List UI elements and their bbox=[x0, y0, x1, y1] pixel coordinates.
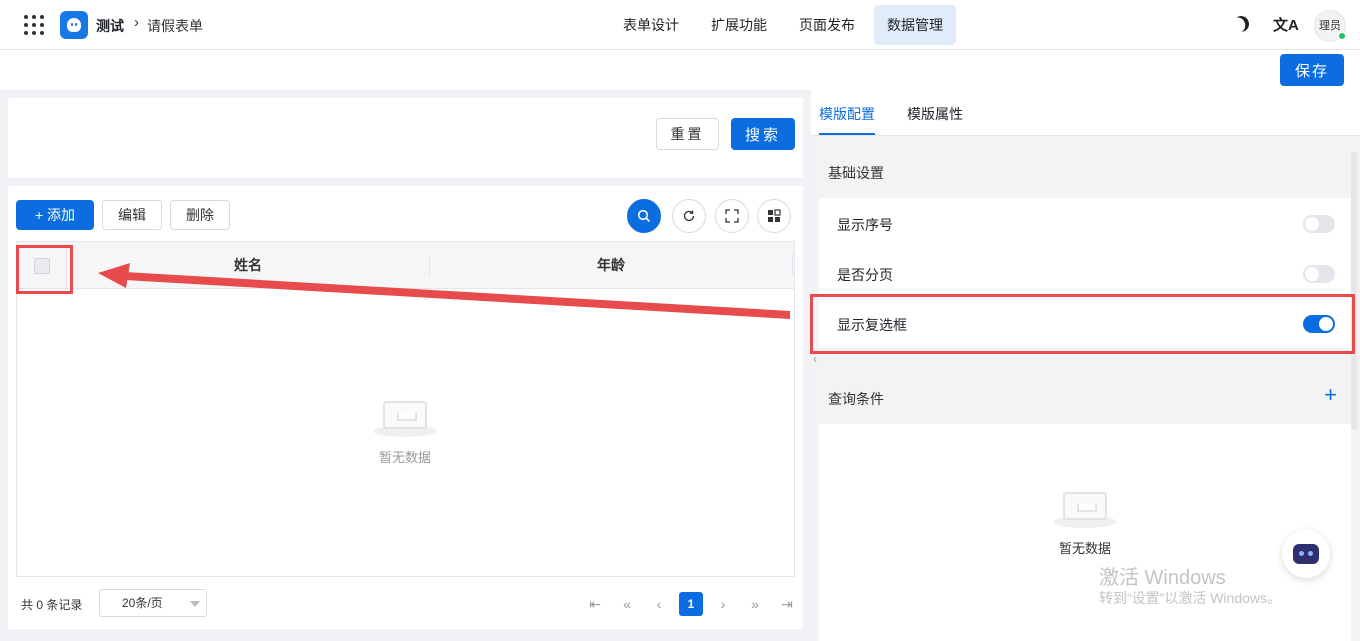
robot-icon bbox=[1293, 544, 1319, 564]
chat-bot-button[interactable] bbox=[1282, 530, 1330, 578]
annotation-arrow bbox=[98, 263, 790, 319]
activation-watermark-title: 激活 Windows bbox=[1099, 567, 1226, 589]
activation-watermark-subtitle: 转到“设置”以激活 Windows。 bbox=[1099, 590, 1282, 606]
